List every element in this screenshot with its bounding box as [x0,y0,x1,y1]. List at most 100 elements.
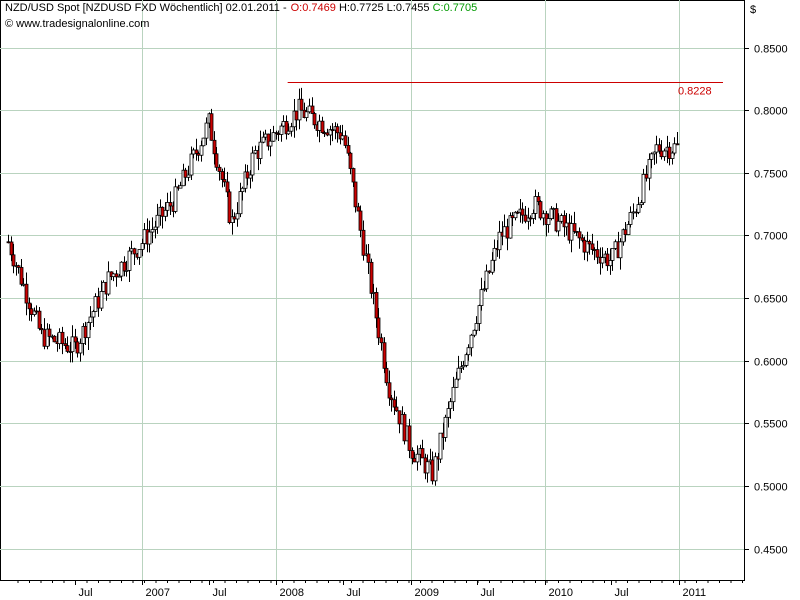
x-tick-label: Jul [213,587,227,599]
candle-body [510,215,515,219]
open-value: O:0.7469 [290,2,336,14]
candle-body [335,126,340,134]
candle-body [320,120,325,134]
candle-body [376,317,381,339]
candle-body [508,215,513,239]
candle-body [299,98,304,111]
candle-body [268,140,273,147]
candle-body [415,453,420,463]
candle-body [137,249,142,258]
candle-body [225,181,230,193]
y-tick-label: 0.6000 [754,357,788,369]
candle-body [577,231,582,239]
candle-body [628,212,633,225]
candle-body [636,204,641,213]
candle-body [101,281,106,292]
y-tick-label: 0.4500 [754,545,788,557]
candle-body [238,191,243,215]
y-tick-label: 0.5000 [754,482,788,494]
candle-body [24,283,29,304]
candle-body [93,296,98,312]
candle-body [78,343,83,354]
candle-body [201,137,206,147]
candle-body [520,208,525,216]
candle-body [253,150,258,154]
candle-body [384,367,389,384]
candle-body [271,132,276,142]
candle-body [659,150,664,158]
candle-body [124,270,129,272]
y-tick-label: 0.5500 [754,419,788,431]
candle-body [214,153,219,168]
candle-body [371,292,376,294]
candle-body [605,253,610,267]
candle-body [464,354,469,366]
x-tick-label: 2009 [415,587,439,599]
candle-body [430,459,435,482]
candle-body [348,152,353,169]
candle-body [165,202,170,211]
candle-body [670,152,675,159]
candle-body [196,153,201,156]
candle-body [389,397,394,401]
candle-body [531,213,536,219]
candle-body [86,322,91,339]
candle-body [19,267,24,285]
candle-body [559,215,564,222]
x-tick-label: Jul [79,587,93,599]
candle-body [183,169,188,178]
candle-body [574,231,579,233]
candle-body [281,121,286,127]
candle-body [222,179,227,183]
candle-body [248,174,253,179]
candle-body [469,334,474,349]
candle-body [492,247,497,261]
candle-body [569,223,574,241]
x-tick-label: 2008 [280,587,304,599]
candle-body [245,171,250,179]
candle-body [351,168,356,183]
candle-body [150,229,155,233]
candle-body [448,401,453,409]
candle-body [132,248,137,255]
candle-body [654,144,659,153]
candle-body [600,257,605,264]
candle-body [466,347,471,356]
candle-body [644,173,649,179]
candle-body [34,310,39,313]
candle-body [412,457,417,463]
candle-body [209,113,214,141]
x-tick-label: Jul [347,587,361,599]
candle-body [217,166,222,172]
candle-body [27,302,32,310]
candle-body [114,273,119,278]
candle-body [546,218,551,225]
candle-body [672,143,677,154]
candle-body [610,247,615,261]
candle-body [369,261,374,294]
candle-body [392,399,397,408]
candle-body [286,130,291,135]
candle-body [613,241,618,249]
candle-body [129,248,134,252]
candle-body [618,241,623,259]
candle-body [556,220,561,232]
candle-body [235,213,240,220]
candle-body [106,271,111,295]
candle-body [626,224,631,235]
candle-body [83,326,88,339]
candle-body [456,367,461,380]
candle-body [394,406,399,412]
candle-body [474,323,479,331]
candle-body [227,191,232,224]
candle-body [541,213,546,219]
candle-body [39,327,44,331]
candle-body [551,208,556,210]
candle-body [258,141,263,159]
candle-body [111,273,116,278]
candle-body [91,311,96,318]
candle-body [379,337,384,344]
candle-body [173,186,178,212]
candle-body [119,261,124,277]
candle-body [37,310,42,329]
